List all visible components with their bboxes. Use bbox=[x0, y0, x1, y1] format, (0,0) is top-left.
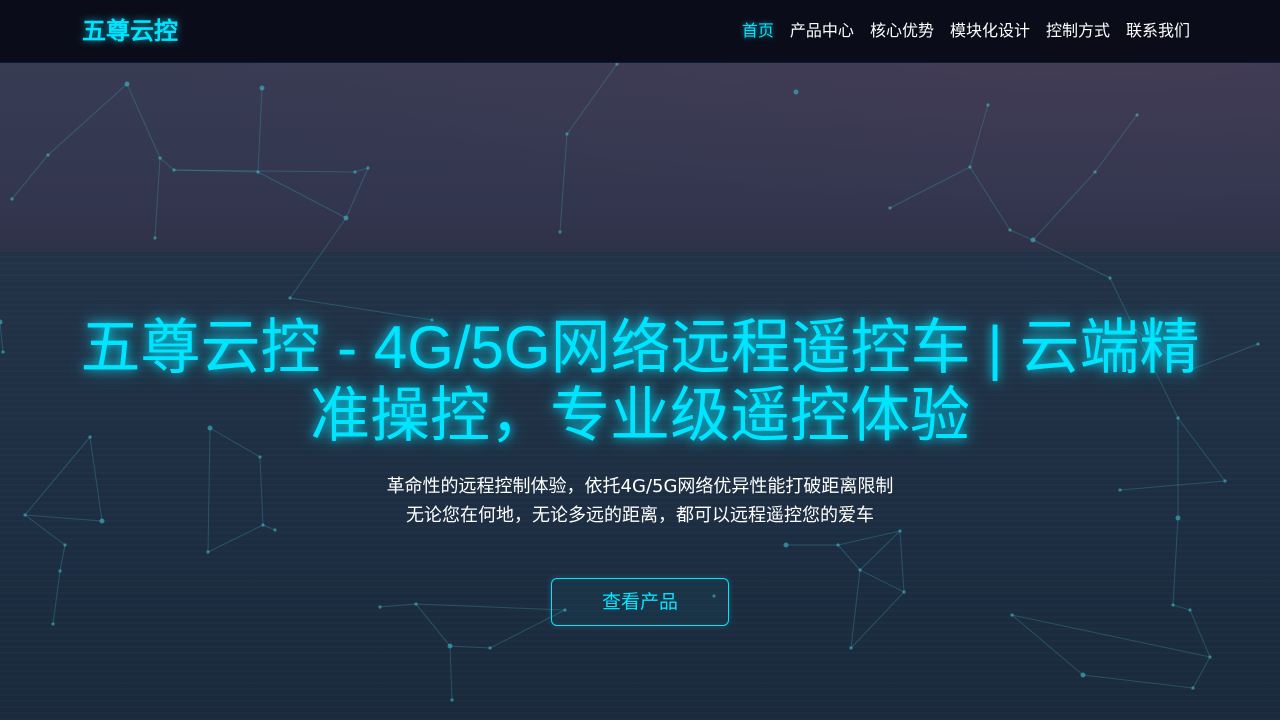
page: 五尊云控 首页 产品中心 核心优势 模块化设计 控制方式 联系我们 五尊云控 -… bbox=[0, 0, 1280, 720]
hero-subtitle-line-1: 革命性的远程控制体验，依托4G/5G网络优异性能打破距离限制 bbox=[386, 476, 894, 497]
hero-subtitle-line-2: 无论您在何地，无论多远的距离，都可以远程遥控您的爱车 bbox=[406, 505, 874, 526]
nav-item-modular-design[interactable]: 模块化设计 bbox=[950, 19, 1030, 43]
main-nav: 首页 产品中心 核心优势 模块化设计 控制方式 联系我们 bbox=[742, 19, 1190, 43]
nav-item-home[interactable]: 首页 bbox=[742, 19, 774, 43]
hero-section: 五尊云控 - 4G/5G网络远程遥控车 | 云端精准操控，专业级遥控体验 革命性… bbox=[0, 0, 1280, 720]
site-logo[interactable]: 五尊云控 bbox=[82, 15, 178, 47]
nav-item-control-modes[interactable]: 控制方式 bbox=[1046, 19, 1110, 43]
hero-subtitle: 革命性的远程控制体验，依托4G/5G网络优异性能打破距离限制 无论您在何地，无论… bbox=[240, 472, 1040, 530]
nav-item-contact[interactable]: 联系我们 bbox=[1126, 19, 1190, 43]
view-products-button[interactable]: 查看产品 bbox=[551, 578, 729, 626]
hero-title: 五尊云控 - 4G/5G网络远程遥控车 | 云端精准操控，专业级遥控体验 bbox=[80, 314, 1200, 449]
nav-item-advantages[interactable]: 核心优势 bbox=[870, 19, 934, 43]
top-navbar: 五尊云控 首页 产品中心 核心优势 模块化设计 控制方式 联系我们 bbox=[0, 0, 1280, 63]
nav-item-products[interactable]: 产品中心 bbox=[790, 19, 854, 43]
